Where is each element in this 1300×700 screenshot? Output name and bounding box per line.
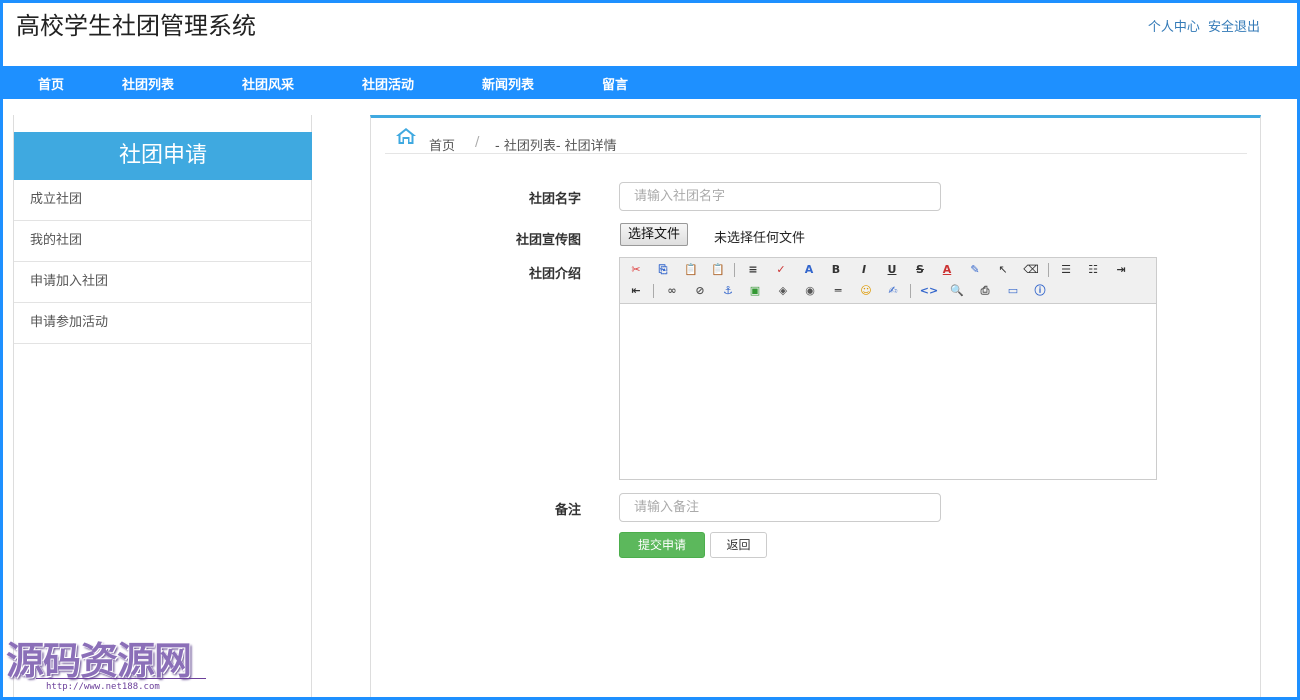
sidebar-item-label: 我的社团	[30, 233, 83, 248]
note-icon[interactable]: ✍	[883, 282, 903, 300]
sidebar-list: 成立社团 我的社团 申请加入社团 申请参加活动	[14, 180, 312, 344]
nav-item-news-list[interactable]: 新闻列表	[482, 74, 534, 93]
indent-icon[interactable]: ⇥	[1111, 261, 1131, 279]
back-button[interactable]: 返回	[710, 532, 767, 558]
horizontal-rule-icon[interactable]: ═	[828, 282, 848, 300]
paste-text-icon[interactable]: 📋	[708, 261, 728, 279]
paste-icon[interactable]: 📋	[681, 261, 701, 279]
strikethrough-icon[interactable]: S	[910, 261, 930, 279]
italic-icon[interactable]: I	[854, 261, 874, 279]
club-name-label: 社团名字	[528, 192, 581, 207]
nav-item-club-showcase[interactable]: 社团风采	[242, 74, 294, 93]
watermark-url: http://www.net188.com	[46, 682, 160, 692]
bold-icon[interactable]: B	[826, 261, 846, 279]
nav-item-messages[interactable]: 留言	[602, 74, 628, 93]
source-icon[interactable]: <>	[919, 282, 939, 300]
sidebar-item-join-club[interactable]: 申请加入社团	[14, 262, 312, 303]
remark-label: 备注	[554, 503, 581, 518]
highlight-icon[interactable]: ✎	[965, 261, 985, 279]
sidebar-item-label: 成立社团	[30, 192, 83, 207]
print-icon[interactable]: ⎙	[975, 282, 995, 300]
sidebar-item-label: 申请参加活动	[30, 315, 109, 330]
editor-toolbar: ✂ ⎘ 📋 📋 ≡ ✓ A B I U S A ✎ ↖ ⌫ ☰ ☷ ⇥ ⇤ ∞ …	[620, 258, 1156, 304]
font-color-icon[interactable]: A	[937, 261, 957, 279]
watermark: 源码资源网 http://www.net188.com	[6, 630, 206, 694]
toolbar-separator	[734, 263, 735, 277]
nav-item-club-list[interactable]: 社团列表	[122, 74, 174, 93]
logout-link[interactable]: 安全退出	[1208, 20, 1260, 35]
file-status: 未选择任何文件	[714, 231, 806, 246]
copy-icon[interactable]: ⎘	[653, 261, 673, 279]
outdent-icon[interactable]: ⇤	[626, 282, 646, 300]
sidebar: 社团申请 成立社团 我的社团 申请加入社团 申请参加活动	[13, 115, 312, 700]
cut-icon[interactable]: ✂	[626, 261, 646, 279]
site-title: 高校学生社团管理系统	[16, 12, 256, 40]
watermark-line	[36, 678, 206, 679]
align-icon[interactable]: ≡	[743, 261, 763, 279]
choose-file-button[interactable]: 选择文件	[620, 223, 689, 246]
sidebar-item-create-club[interactable]: 成立社团	[14, 180, 312, 221]
club-intro-label: 社团介绍	[528, 267, 581, 282]
submit-button[interactable]: 提交申请	[619, 532, 705, 558]
home-icon[interactable]	[395, 127, 417, 145]
align-left-icon[interactable]: ☰	[1056, 261, 1076, 279]
watermark-text: 源码资源网	[6, 639, 192, 683]
about-icon[interactable]: ⓘ	[1030, 282, 1050, 300]
user-links: 个人中心 安全退出	[1144, 16, 1260, 35]
sidebar-item-label: 申请加入社团	[30, 274, 109, 289]
editor-content-area[interactable]	[620, 304, 1156, 479]
rich-text-editor: ✂ ⎘ 📋 📋 ≡ ✓ A B I U S A ✎ ↖ ⌫ ☰ ☷ ⇥ ⇤ ∞ …	[619, 257, 1157, 480]
preview-icon[interactable]: 🔍	[947, 282, 967, 300]
main-panel: 首页 / - 社团列表- 社团详情 社团名字 社团宣传图 选择文件 未选择任何文…	[370, 115, 1261, 700]
breadcrumb-home[interactable]: 首页	[429, 135, 455, 154]
nav-item-club-activities[interactable]: 社团活动	[362, 74, 414, 93]
sidebar-title: 社团申请	[14, 132, 312, 180]
toolbar-separator	[653, 284, 654, 298]
flash-icon[interactable]: ◈	[773, 282, 793, 300]
sidebar-item-my-clubs[interactable]: 我的社团	[14, 221, 312, 262]
link-icon[interactable]: ∞	[662, 282, 682, 300]
unlink-icon[interactable]: ⊘	[690, 282, 710, 300]
toolbar-separator	[1048, 263, 1049, 277]
header: 高校学生社团管理系统 个人中心 安全退出	[0, 0, 1300, 66]
breadcrumb: 首页 / - 社团列表- 社团详情	[385, 126, 1247, 154]
remark-input[interactable]	[619, 493, 941, 522]
emoticon-icon[interactable]: ☺	[856, 282, 876, 300]
font-icon[interactable]: A	[799, 261, 819, 279]
breadcrumb-separator: /	[475, 135, 480, 150]
nav-item-home[interactable]: 首页	[38, 74, 64, 93]
media-icon[interactable]: ◉	[800, 282, 820, 300]
sidebar-item-join-activity[interactable]: 申请参加活动	[14, 303, 312, 344]
club-image-label: 社团宣传图	[515, 233, 581, 248]
spellcheck-icon[interactable]: ✓	[771, 261, 791, 279]
ordered-list-icon[interactable]: ☷	[1083, 261, 1103, 279]
fullscreen-icon[interactable]: ▭	[1003, 282, 1023, 300]
eraser-icon[interactable]: ⌫	[1021, 261, 1041, 279]
main-nav: 首页 社团列表 社团风采 社团活动 新闻列表 留言	[3, 66, 1297, 99]
anchor-icon[interactable]: ⚓	[718, 282, 738, 300]
underline-icon[interactable]: U	[882, 261, 902, 279]
toolbar-separator	[910, 284, 911, 298]
image-icon[interactable]: ▣	[745, 282, 765, 300]
select-icon[interactable]: ↖	[993, 261, 1013, 279]
club-name-input[interactable]	[619, 182, 941, 211]
user-center-link[interactable]: 个人中心	[1148, 20, 1200, 35]
breadcrumb-path: - 社团列表- 社团详情	[495, 139, 617, 154]
